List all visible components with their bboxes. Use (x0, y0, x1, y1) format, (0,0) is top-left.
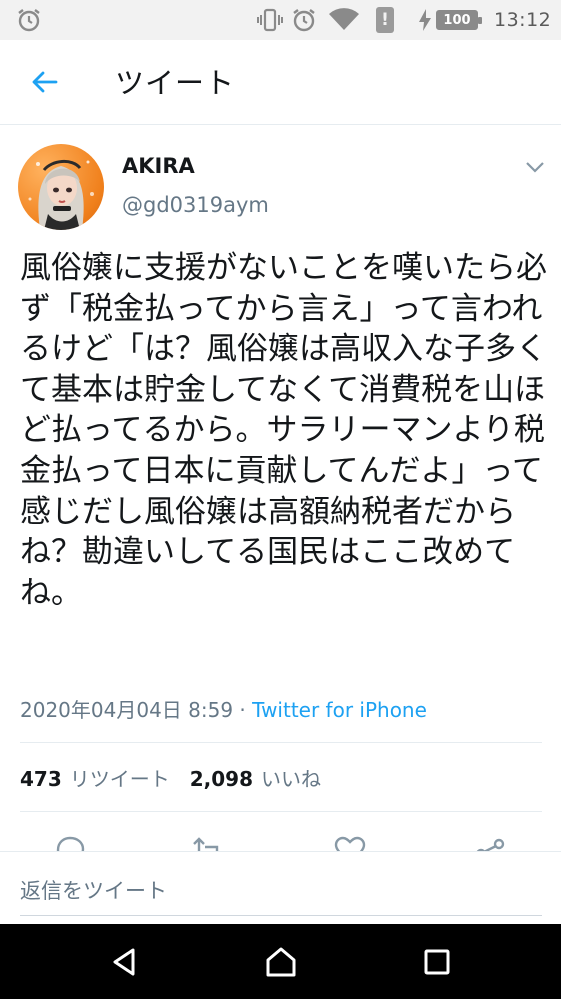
meta-separator: · (233, 698, 253, 722)
nav-home-button[interactable] (261, 942, 301, 982)
reply-input[interactable]: 返信をツイート (20, 864, 542, 916)
more-options-button[interactable] (520, 155, 550, 179)
share-icon[interactable] (473, 836, 509, 852)
alarm-status-icon (291, 0, 317, 40)
retweet-label: リツイート (69, 767, 170, 791)
divider (20, 742, 542, 743)
reply-bar: 返信をツイート (0, 851, 561, 924)
nav-recents-button[interactable] (417, 942, 457, 982)
author-handle[interactable]: @gd0319aym (122, 193, 269, 217)
chevron-down-icon (526, 161, 544, 173)
charging-icon (418, 0, 432, 40)
tweet-stats: 473 リツイート 2,098 いいね (20, 763, 341, 792)
battery-icon: 100 (436, 0, 482, 40)
like-stat[interactable]: 2,098 いいね (190, 763, 321, 792)
navigation-bar (0, 924, 561, 999)
back-arrow-icon (32, 71, 58, 93)
wifi-icon (328, 0, 360, 40)
author-name[interactable]: AKIRA (122, 154, 195, 178)
avatar-illustration (28, 160, 94, 230)
alarm-icon (16, 0, 42, 40)
warning-icon: ! (376, 0, 394, 40)
triangle-back-icon (113, 948, 135, 976)
like-count: 2,098 (189, 767, 254, 791)
heart-icon[interactable] (332, 836, 368, 852)
screen: ! 100 13:12 ツイート AKIRA @gd0319aym 風俗嬢に支援… (0, 0, 561, 999)
tweet-source-link[interactable]: Twitter for iPhone (252, 698, 427, 722)
avatar[interactable] (18, 144, 104, 230)
retweet-stat[interactable]: 473 リツイート (20, 763, 170, 792)
retweet-icon[interactable] (190, 836, 226, 852)
action-bar (0, 828, 561, 852)
square-recents-icon (424, 949, 450, 975)
reply-icon[interactable] (52, 836, 88, 852)
tweet-timestamp[interactable]: 2020年04月04日 8:59 (20, 698, 233, 722)
retweet-count: 473 (20, 767, 62, 791)
home-icon (266, 947, 296, 977)
nav-back-button[interactable] (104, 942, 144, 982)
battery-level: 100 (436, 10, 482, 30)
like-label: いいね (261, 767, 322, 791)
divider (20, 811, 542, 812)
app-header: ツイート (0, 40, 561, 125)
back-button[interactable] (24, 64, 64, 100)
status-bar: ! 100 13:12 (0, 0, 561, 40)
page-title: ツイート (115, 66, 236, 100)
tweet-meta: 2020年04月04日 8:59 · Twitter for iPhone (20, 694, 427, 723)
tweet-text: 風俗嬢に支援がないことを嘆いたら必ず「税金払ってから言え」って言われるけど「は？… (20, 250, 547, 611)
vibrate-icon (256, 0, 284, 40)
clock: 13:12 (494, 9, 552, 31)
